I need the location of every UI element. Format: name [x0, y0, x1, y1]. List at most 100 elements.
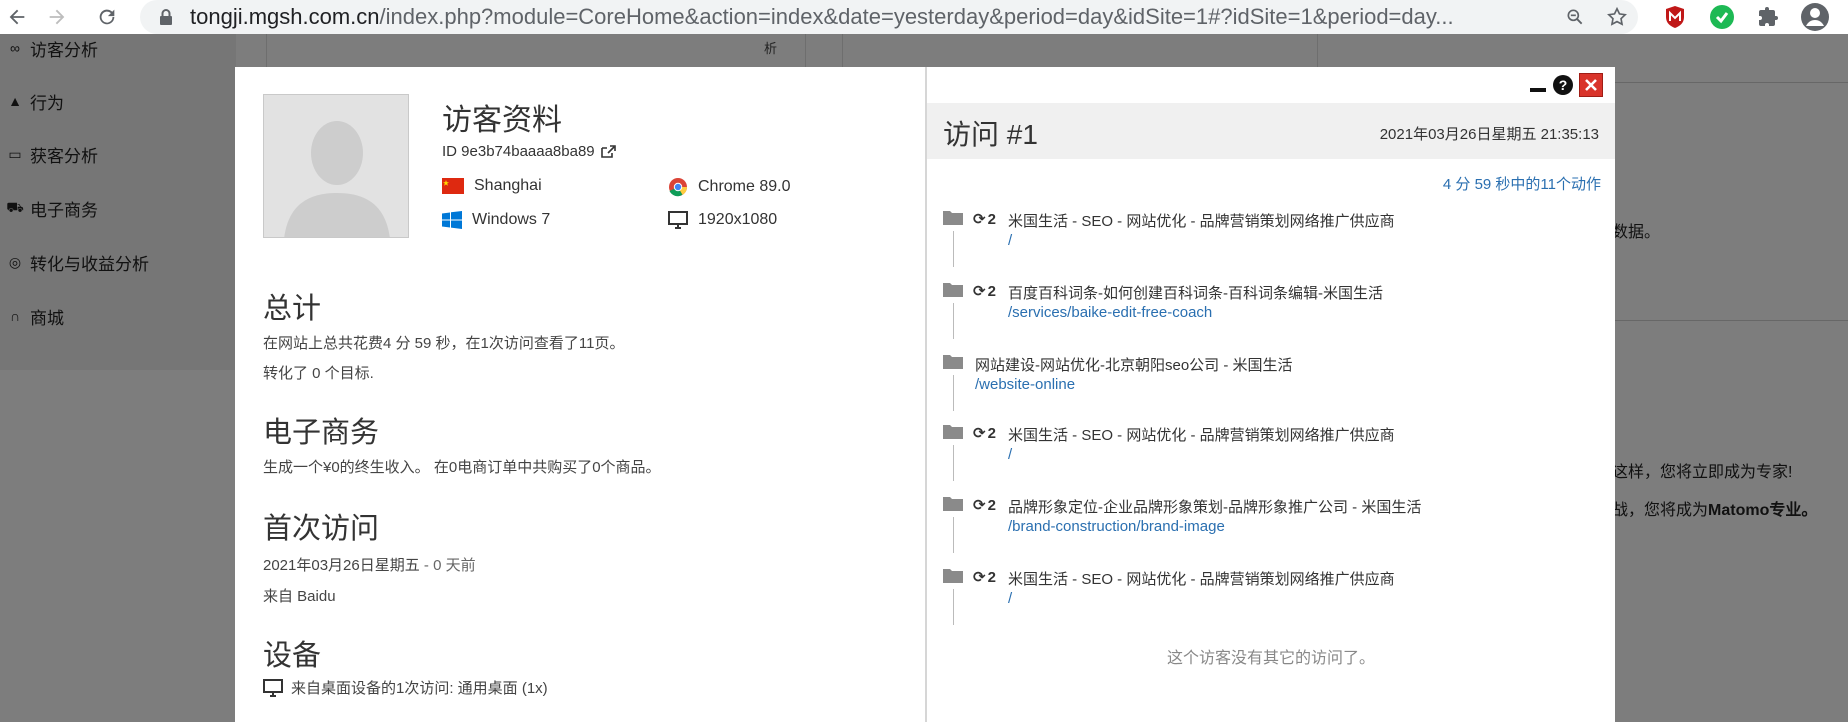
visitor-id-text: ID 9e3b74baaaa8ba89 [442, 143, 595, 160]
reload-count: ⟳ 2 [973, 210, 996, 229]
visitor-profile-dialog: 访客资料 ID 9e3b74baaaa8ba89 Shanghai Chrome… [235, 67, 1615, 722]
timeline-line [953, 303, 954, 339]
action-title: 百度百科词条-如何创建百科词条-百科词条编辑-米国生活 [1008, 285, 1383, 302]
visit-title: 访问 #1 [943, 119, 1038, 150]
visit-header: 访问 #1 2021年03月26日星期五 21:35:13 [927, 103, 1615, 159]
forward-button[interactable] [40, 0, 74, 34]
dialog-controls: ? [1529, 73, 1603, 97]
address-bar[interactable]: tongji.mgsh.com.cn/index.php?module=Core… [140, 0, 1638, 34]
zoom-icon [1567, 9, 1583, 25]
goals-text: 转化了 0 个目标. [263, 365, 374, 382]
ecommerce-heading: 电子商务 [263, 417, 380, 449]
timeline-line [953, 589, 954, 625]
action-title: 米国生活 - SEO - 网站优化 - 品牌营销策划网络推广供应商 [1008, 213, 1395, 230]
bookmark-star-button[interactable] [1596, 0, 1638, 34]
folder-icon [943, 211, 963, 225]
reload-count: ⟳ 2 [973, 424, 996, 443]
refresh-icon: ⟳ [973, 497, 986, 514]
visitor-avatar [263, 94, 409, 238]
action-url[interactable]: /website-online [975, 376, 1075, 393]
folder-icon [943, 569, 963, 583]
minimize-button[interactable] [1529, 76, 1547, 94]
first-visit-heading: 首次访问 [263, 513, 380, 545]
url-text: tongji.mgsh.com.cn/index.php?module=Core… [190, 4, 1554, 30]
extensions-button[interactable] [1753, 2, 1783, 32]
action-url[interactable]: /brand-construction/brand-image [1008, 518, 1225, 535]
visitor-id: ID 9e3b74baaaa8ba89 [442, 143, 616, 160]
shield-m-icon [1666, 6, 1684, 28]
devices-text: 来自桌面设备的1次访问: 通用桌面 (1x) [263, 677, 548, 698]
action-item[interactable]: 网站建设-网站优化-北京朝阳seo公司 - 米国生活 /website-onli… [943, 353, 1583, 413]
folder-icon [943, 497, 963, 511]
monitor-icon [263, 678, 283, 697]
account-icon [1801, 3, 1829, 31]
refresh-icon: ⟳ [973, 425, 986, 442]
reload-count-text: 2 [987, 424, 996, 442]
folder-icon [943, 283, 963, 297]
back-arrow-icon [9, 9, 25, 25]
first-visit-date-text: 2021年03月26日星期五 [263, 557, 420, 574]
back-button[interactable] [0, 0, 34, 34]
chrome-icon [669, 178, 687, 197]
action-item[interactable]: ⟳ 2 米国生活 - SEO - 网站优化 - 品牌营销策划网络推广供应商 / [943, 423, 1583, 483]
extension-green-button[interactable] [1707, 2, 1737, 32]
action-item[interactable]: ⟳ 2 米国生活 - SEO - 网站优化 - 品牌营销策划网络推广供应商 / [943, 209, 1583, 269]
action-url[interactable]: /services/baike-edit-free-coach [1008, 304, 1212, 321]
os-info: Windows 7 [442, 211, 550, 229]
action-title: 米国生活 - SEO - 网站优化 - 品牌营销策划网络推广供应商 [1008, 571, 1395, 588]
help-button[interactable]: ? [1553, 75, 1573, 95]
refresh-icon: ⟳ [973, 569, 986, 586]
folder-icon [943, 425, 963, 439]
reload-count-text: 2 [987, 496, 996, 514]
refresh-icon: ⟳ [973, 283, 986, 300]
refresh-icon: ⟳ [973, 211, 986, 228]
reload-count: ⟳ 2 [973, 496, 996, 515]
first-visit-date: 2021年03月26日星期五 - 0 天前 [263, 554, 476, 575]
no-more-visits-text: 这个访客没有其它的访问了。 [1166, 650, 1375, 667]
external-link-icon[interactable] [600, 145, 616, 158]
devices-heading: 设备 [263, 640, 322, 672]
browser-text: Chrome 89.0 [698, 178, 791, 195]
action-url[interactable]: / [1008, 590, 1012, 607]
action-item[interactable]: ⟳ 2 品牌形象定位-企业品牌形象策划-品牌形象推广公司 - 米国生活 /bran… [943, 495, 1583, 555]
devices-line: 来自桌面设备的1次访问: 通用桌面 (1x) [291, 680, 548, 697]
action-item[interactable]: ⟳ 2 米国生活 - SEO - 网站优化 - 品牌营销策划网络推广供应商 / [943, 567, 1583, 627]
extension-mcafee-button[interactable] [1660, 2, 1690, 32]
profile-title: 访客资料 [442, 104, 562, 137]
browser-toolbar: tongji.mgsh.com.cn/index.php?module=Core… [0, 0, 1848, 34]
close-icon [1585, 79, 1597, 91]
timeline-line [953, 375, 954, 411]
action-url[interactable]: / [1008, 232, 1012, 249]
silhouette-icon [264, 95, 408, 237]
url-path: /index.php?module=CoreHome&action=index&… [379, 4, 1454, 29]
location: Shanghai [442, 177, 542, 195]
resolution-text: 1920x1080 [698, 211, 778, 228]
zoom-button[interactable] [1554, 0, 1596, 34]
lock-icon [158, 8, 174, 26]
resolution-info: 1920x1080 [668, 211, 777, 229]
windows-icon [442, 211, 462, 229]
visit-datetime: 2021年03月26日星期五 21:35:13 [1379, 126, 1599, 143]
first-visit-ago: - 0 天前 [419, 557, 476, 574]
action-title: 米国生活 - SEO - 网站优化 - 品牌营销策划网络推广供应商 [1008, 427, 1395, 444]
os-text: Windows 7 [472, 211, 551, 228]
reload-icon [99, 9, 115, 25]
question-icon: ? [1558, 77, 1568, 93]
close-button[interactable] [1579, 73, 1603, 97]
visit-actions-summary[interactable]: 4 分 59 秒中的11个动作 [1443, 173, 1601, 194]
reload-count: ⟳ 2 [973, 282, 996, 301]
visit-log-panel: ? 访问 #1 2021年03月26日星期五 21:35:13 4 分 59 秒… [927, 67, 1615, 722]
first-visit-referrer: 来自 Baidu [263, 588, 336, 605]
star-icon [1607, 6, 1627, 26]
reload-count-text: 2 [987, 568, 996, 586]
action-url[interactable]: / [1008, 446, 1012, 463]
folder-icon [943, 355, 963, 369]
action-title: 品牌形象定位-企业品牌形象策划-品牌形象推广公司 - 米国生活 [1008, 499, 1422, 516]
reload-button[interactable] [90, 0, 124, 34]
china-flag-icon [442, 178, 464, 194]
profile-button[interactable] [1800, 2, 1830, 32]
puzzle-icon [1759, 7, 1778, 26]
summary-heading: 总计 [263, 293, 322, 325]
action-item[interactable]: ⟳ 2 百度百科词条-如何创建百科词条-百科词条编辑-米国生活 /services… [943, 281, 1583, 341]
reload-count-text: 2 [987, 282, 996, 300]
